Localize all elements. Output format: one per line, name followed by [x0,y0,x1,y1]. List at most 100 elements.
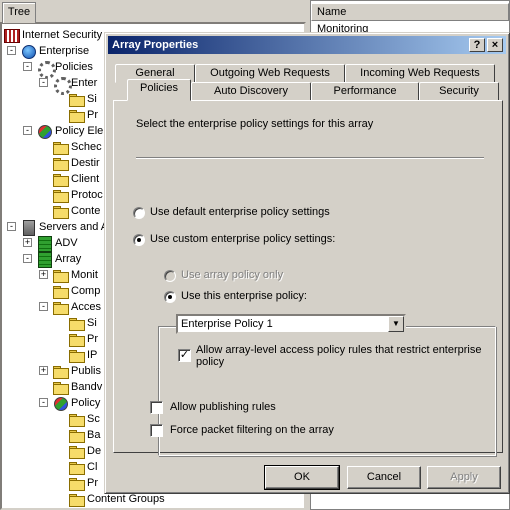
folder-icon [68,316,85,331]
tree-item-label: Sc [87,413,100,425]
tree-item[interactable]: Sc [68,411,100,427]
folder-icon [68,412,85,427]
dialog-titlebar[interactable]: Array Properties ? × [108,36,506,54]
tree-item-label: Pr [87,109,98,121]
tree-item[interactable]: Bandv [52,379,102,395]
allow-array-rules-label[interactable]: Allow array-level access policy rules th… [196,344,486,368]
tree-item-label: Acces [71,301,101,313]
folder-icon [52,364,69,379]
tab-security[interactable]: Security [419,82,499,101]
tree-item[interactable]: Pr [68,475,98,491]
radio-default-policy[interactable] [133,207,145,219]
tab-performance[interactable]: Performance [311,82,419,101]
apply-button[interactable]: Apply [427,466,501,489]
folder-icon [52,188,69,203]
tree-item[interactable]: Destir [52,155,100,171]
radio-custom-policy[interactable] [133,234,145,246]
tab-outgoing-web-requests[interactable]: Outgoing Web Requests [195,64,345,83]
enterprise-policy-value: Enterprise Policy 1 [181,318,273,330]
close-button[interactable]: × [487,38,503,52]
radio-this-enterprise-policy[interactable] [164,291,176,303]
tree-item[interactable]: Policy [52,395,100,411]
tree-item[interactable]: Policy Ele [36,123,103,139]
tree-item-label: Policy [71,397,101,409]
chevron-down-icon[interactable]: ▼ [388,316,404,332]
radio-array-policy-only-label[interactable]: Use array policy only [181,269,283,281]
expander-box: - [39,78,48,87]
tree-item[interactable]: Publis [52,363,101,379]
force-packet-filtering-label[interactable]: Force packet filtering on the array [170,424,334,436]
folder-icon [52,284,69,299]
radio-array-policy-only[interactable] [164,270,176,282]
tree-item[interactable]: Enter [52,75,97,95]
tree-item[interactable]: Cl [68,459,97,475]
tree-item[interactable]: Servers and A [20,219,108,236]
tab-policies[interactable]: Policies [127,79,191,101]
tree-item[interactable]: Comp [52,283,100,299]
tree-item[interactable]: Schec [52,139,102,155]
tree-item[interactable]: Si [68,91,97,107]
tree-item-label: Monit [71,269,98,281]
folder-icon [68,492,85,507]
force-packet-filtering-checkbox[interactable] [150,424,163,437]
tree-item[interactable]: IP [68,347,97,363]
tree-item[interactable]: Protoc [52,187,103,203]
tree-item-label: IP [87,349,98,361]
tree-item[interactable]: Array [36,251,81,268]
folder-icon [68,428,85,443]
allow-array-rules-checkbox[interactable]: ✓ [178,349,191,362]
allow-publishing-checkbox[interactable] [150,401,163,414]
isa-icon [3,28,20,43]
column-header-name[interactable]: Name [311,3,509,21]
policy-icon [36,124,52,139]
tree-item-label: Pr [87,333,98,345]
expander-box: + [39,365,48,375]
tree-item[interactable]: Monit [52,267,98,283]
policies-tab-panel: Select the enterprise policy settings fo… [113,100,503,456]
separator [136,157,484,159]
tree-item-label: Pr [87,477,98,489]
tree-item-label: Protoc [71,189,103,201]
policy-icon [52,396,68,411]
tree-item[interactable]: Pr [68,331,98,347]
folder-icon [52,156,69,171]
tree-item[interactable]: ADV [36,235,78,252]
tree-item-label: Schec [71,141,102,153]
folder-icon [68,460,85,475]
globe-icon [20,44,36,59]
radio-this-enterprise-policy-label[interactable]: Use this enterprise policy: [181,290,307,302]
tree-item[interactable]: Policies [36,59,93,79]
folder-icon [52,300,69,315]
tree-item-label: Destir [71,157,100,169]
tree-item[interactable]: Si [68,315,97,331]
tree-item[interactable]: Internet Security [3,27,102,43]
tree-item[interactable]: Enterprise [20,43,89,59]
help-button[interactable]: ? [469,38,485,52]
tree-item[interactable]: Client [52,171,99,187]
radio-default-policy-label[interactable]: Use default enterprise policy settings [150,206,330,218]
ok-button[interactable]: OK [264,465,340,490]
cancel-button[interactable]: Cancel [347,466,421,489]
enterprise-policy-select[interactable]: Enterprise Policy 1 ▼ [176,314,406,334]
tree-item-label: Comp [71,285,101,297]
tree-item[interactable]: De [68,443,101,459]
tree-item-label: Si [87,317,97,329]
folder-icon [68,348,85,363]
tree-item-label: De [87,445,102,457]
tab-incoming-web-requests[interactable]: Incoming Web Requests [345,64,495,83]
folder-icon [52,204,69,219]
tree-item[interactable]: Conte [52,203,100,219]
tab-tree[interactable]: Tree [2,2,36,23]
server-icon [20,220,36,236]
tab-auto-discovery[interactable]: Auto Discovery [191,82,311,101]
tree-item[interactable]: Acces [52,299,101,315]
folder-icon [68,108,85,123]
allow-publishing-label[interactable]: Allow publishing rules [170,401,276,413]
array-properties-dialog: Array Properties ? × General Outgoing We… [104,32,510,494]
tree-item[interactable]: Pr [68,107,98,123]
expander-box: - [7,46,16,55]
tree-item[interactable]: Ba [68,427,100,443]
tree-item-label: Internet Security [22,29,103,41]
radio-custom-policy-label[interactable]: Use custom enterprise policy settings: [150,233,335,245]
tree-item-label: Policies [55,61,93,73]
